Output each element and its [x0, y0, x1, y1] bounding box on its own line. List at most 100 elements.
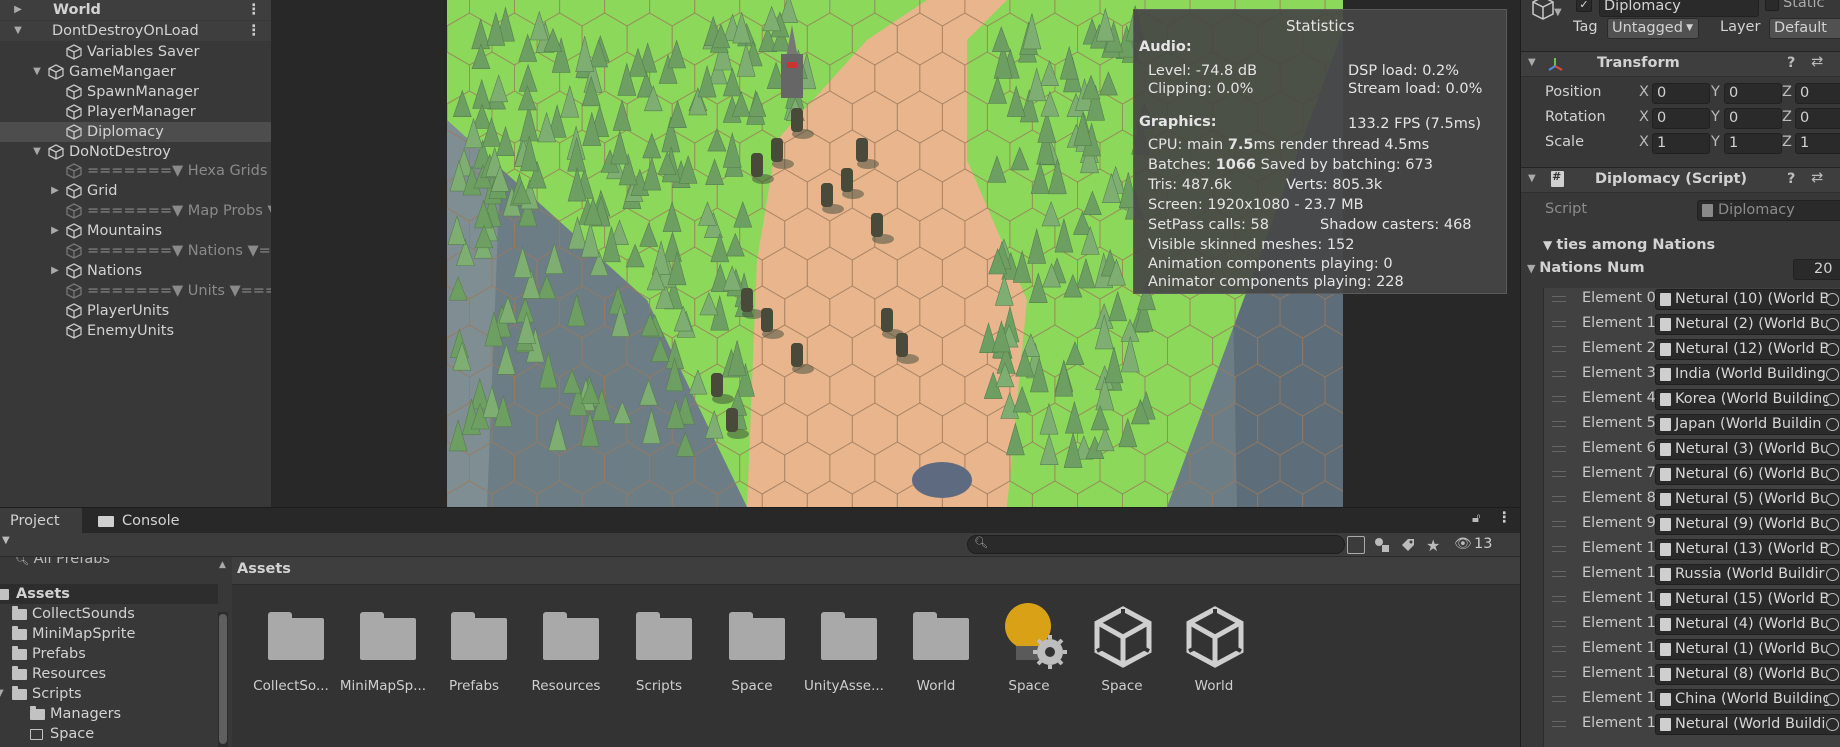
- element-object-field[interactable]: Netural (9) (World Bu: [1655, 514, 1840, 535]
- drag-handle-icon[interactable]: [1552, 571, 1566, 577]
- asset-tile[interactable]: Resources: [521, 600, 611, 700]
- rotation-axis-label[interactable]: X: [1639, 109, 1649, 125]
- foldout-arrow-icon[interactable]: ▼: [1528, 57, 1536, 68]
- hierarchy-item[interactable]: Diplomacy: [0, 122, 271, 142]
- expand-arrow-icon[interactable]: ▶: [49, 261, 61, 281]
- drag-handle-icon[interactable]: [1552, 421, 1566, 427]
- object-picker-icon[interactable]: [1826, 568, 1839, 581]
- hierarchy-scene-dontdestroy[interactable]: ▼ DontDestroyOnLoad ⋮: [0, 21, 271, 41]
- object-picker-icon[interactable]: [1826, 393, 1839, 406]
- element-object-field[interactable]: Netural (15) (World B: [1655, 589, 1840, 610]
- position-axis-label[interactable]: Z: [1782, 84, 1792, 100]
- drag-handle-icon[interactable]: [1552, 596, 1566, 602]
- asset-tile[interactable]: World: [1169, 600, 1259, 700]
- drag-handle-icon[interactable]: [1552, 371, 1566, 377]
- hierarchy-item[interactable]: ▶ Grid: [0, 181, 271, 201]
- relations-header[interactable]: ▼ ties among Nations: [1543, 237, 1715, 253]
- layer-dropdown[interactable]: Default: [1769, 18, 1840, 39]
- hierarchy-item[interactable]: PlayerManager: [0, 102, 271, 122]
- position-y-field[interactable]: 0: [1724, 83, 1782, 104]
- hierarchy-item[interactable]: =======▼ Map Probs ▼: [0, 201, 271, 221]
- kebab-menu-icon[interactable]: ⋮: [247, 21, 262, 41]
- nations-num-field[interactable]: 20: [1793, 259, 1840, 280]
- asset-tile[interactable]: Space: [1077, 600, 1167, 700]
- position-label[interactable]: Position: [1545, 84, 1601, 100]
- help-icon[interactable]: ?: [1787, 171, 1795, 187]
- hierarchy-item[interactable]: EnemyUnits: [0, 321, 271, 341]
- drag-handle-icon[interactable]: [1552, 321, 1566, 327]
- drag-handle-icon[interactable]: [1552, 671, 1566, 677]
- hierarchy-item[interactable]: ▼ GameMangaer: [0, 62, 271, 82]
- filter-by-type-icon[interactable]: [1374, 537, 1390, 553]
- element-object-field[interactable]: Russia (World Buildir: [1655, 564, 1840, 585]
- scale-label[interactable]: Scale: [1545, 134, 1584, 150]
- object-picker-icon[interactable]: [1826, 643, 1839, 656]
- asset-tile[interactable]: UnityAsse...: [799, 600, 889, 700]
- transform-header[interactable]: ▼ Transform ? ⇄: [1521, 51, 1840, 77]
- element-object-field[interactable]: Korea (World Building: [1655, 389, 1840, 410]
- object-picker-icon[interactable]: [1826, 293, 1839, 306]
- element-object-field[interactable]: Netural (World Buildi: [1655, 714, 1840, 735]
- element-object-field[interactable]: Netural (12) (World B: [1655, 339, 1840, 360]
- element-object-field[interactable]: Netural (4) (World Bu: [1655, 614, 1840, 635]
- active-checkbox[interactable]: ✓: [1576, 0, 1592, 12]
- tree-folder[interactable]: Managers: [0, 704, 218, 724]
- object-picker-icon[interactable]: [1826, 543, 1839, 556]
- object-picker-icon[interactable]: [1826, 343, 1839, 356]
- asset-tile[interactable]: Scripts: [614, 600, 704, 700]
- hierarchy-item[interactable]: Variables Saver: [0, 42, 271, 62]
- position-x-field[interactable]: 0: [1652, 83, 1710, 104]
- hierarchy-item[interactable]: =======▼ Units ▼====: [0, 281, 271, 301]
- diplomacy-script-header[interactable]: ▼ # Diplomacy (Script) ? ⇄: [1521, 167, 1840, 193]
- expand-arrow-icon[interactable]: ▶: [12, 0, 24, 20]
- tab-project[interactable]: Project: [0, 508, 82, 534]
- collapse-arrow-icon[interactable]: ▼: [12, 21, 24, 41]
- position-axis-label[interactable]: Y: [1711, 84, 1720, 100]
- nations-num-foldout[interactable]: ▼ Nations Num: [1527, 260, 1645, 276]
- object-picker-icon[interactable]: [1826, 668, 1839, 681]
- tree-folder[interactable]: ▼ Scripts: [0, 684, 218, 704]
- object-picker-icon[interactable]: [1826, 518, 1839, 531]
- hierarchy-item[interactable]: PlayerUnits: [0, 301, 271, 321]
- element-object-field[interactable]: Netural (3) (World Bu: [1655, 439, 1840, 460]
- element-object-field[interactable]: Netural (2) (World Bu: [1655, 314, 1840, 335]
- object-picker-icon[interactable]: [1826, 493, 1839, 506]
- object-picker-icon[interactable]: [1826, 418, 1839, 431]
- favorite-star-icon[interactable]: ★: [1426, 536, 1440, 555]
- scroll-up-arrow-icon[interactable]: ▲: [219, 560, 226, 570]
- tree-folder[interactable]: CollectSounds: [0, 604, 218, 624]
- drag-handle-icon[interactable]: [1552, 721, 1566, 727]
- scale-axis-label[interactable]: Z: [1782, 134, 1792, 150]
- asset-tile[interactable]: Space: [984, 600, 1074, 700]
- presets-icon[interactable]: ⇄: [1811, 170, 1823, 186]
- drag-handle-icon[interactable]: [1552, 471, 1566, 477]
- element-object-field[interactable]: Netural (1) (World Bu: [1655, 639, 1840, 660]
- icon-dropdown-arrow-icon[interactable]: ▼: [1554, 7, 1562, 18]
- tree-folder[interactable]: Resources: [0, 664, 218, 684]
- hierarchy-item[interactable]: =======▼ Nations ▼==: [0, 241, 271, 261]
- element-object-field[interactable]: India (World Building: [1655, 364, 1840, 385]
- hierarchy-item[interactable]: ▼ DoNotDestroy: [0, 142, 271, 162]
- drag-handle-icon[interactable]: [1552, 296, 1566, 302]
- object-picker-icon[interactable]: [1826, 618, 1839, 631]
- create-dropdown-arrow-icon[interactable]: ▼: [2, 535, 10, 546]
- object-picker-icon[interactable]: [1826, 693, 1839, 706]
- rotation-z-field[interactable]: 0: [1795, 108, 1840, 129]
- element-object-field[interactable]: Japan (World Buildin: [1655, 414, 1840, 435]
- hidden-packages-toggle[interactable]: 👁︎ 13: [1454, 536, 1514, 556]
- collapse-arrow-icon[interactable]: ▼: [0, 684, 4, 704]
- tag-dropdown[interactable]: Untagged ▼: [1607, 18, 1699, 39]
- project-search-input[interactable]: 🔍︎: [967, 535, 1345, 554]
- search-by-type-icon[interactable]: [1347, 536, 1365, 554]
- asset-tile[interactable]: MiniMapSp...: [338, 600, 428, 700]
- element-object-field[interactable]: China (World Building: [1655, 689, 1840, 710]
- static-checkbox[interactable]: [1765, 0, 1779, 11]
- scale-y-field[interactable]: 1: [1724, 133, 1782, 154]
- hierarchy-item[interactable]: SpawnManager: [0, 82, 271, 102]
- lock-icon[interactable]: 🔓︎: [1472, 511, 1480, 526]
- scale-axis-label[interactable]: Y: [1711, 134, 1720, 150]
- element-object-field[interactable]: Netural (6) (World Bu: [1655, 464, 1840, 485]
- filter-by-label-icon[interactable]: [1400, 537, 1416, 553]
- foldout-arrow-icon[interactable]: ▼: [1528, 173, 1536, 184]
- asset-tile[interactable]: Prefabs: [429, 600, 519, 700]
